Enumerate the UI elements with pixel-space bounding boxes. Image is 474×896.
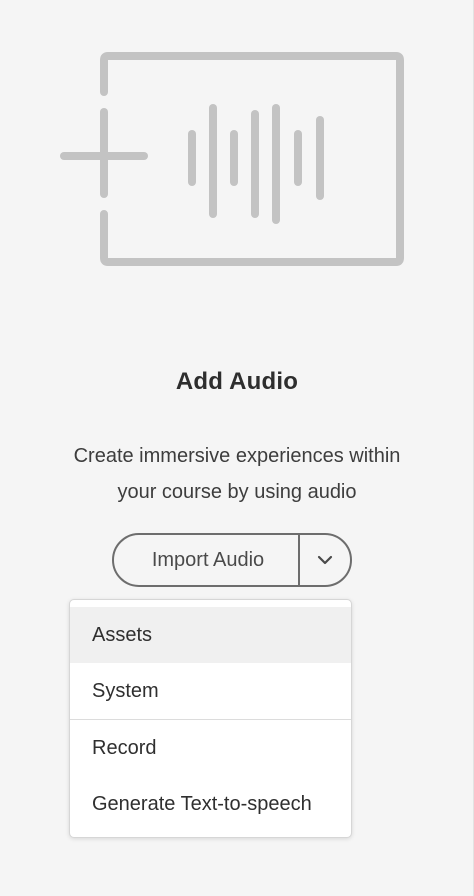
menu-item-record[interactable]: Record: [70, 720, 351, 776]
chevron-down-icon: [317, 555, 333, 565]
empty-state-title: Add Audio: [175, 368, 299, 395]
import-audio-split-button[interactable]: Import Audio: [112, 533, 352, 587]
menu-item-generate-text-to-speech[interactable]: Generate Text-to-speech: [70, 776, 351, 832]
empty-state-description: Create immersive experiences within your…: [40, 438, 434, 510]
description-line: your course by using audio: [117, 481, 357, 503]
description-line: Create immersive experiences within: [73, 445, 401, 467]
add-audio-panel: Add Audio Create immersive experiences w…: [0, 0, 474, 896]
menu-item-system[interactable]: System: [70, 663, 351, 719]
import-audio-button[interactable]: Import Audio: [114, 535, 300, 585]
menu-item-assets[interactable]: Assets: [70, 607, 351, 663]
import-audio-menu: Assets System Record Generate Text-to-sp…: [69, 599, 352, 838]
add-audio-icon: [60, 52, 404, 266]
import-options-toggle[interactable]: [300, 535, 350, 585]
